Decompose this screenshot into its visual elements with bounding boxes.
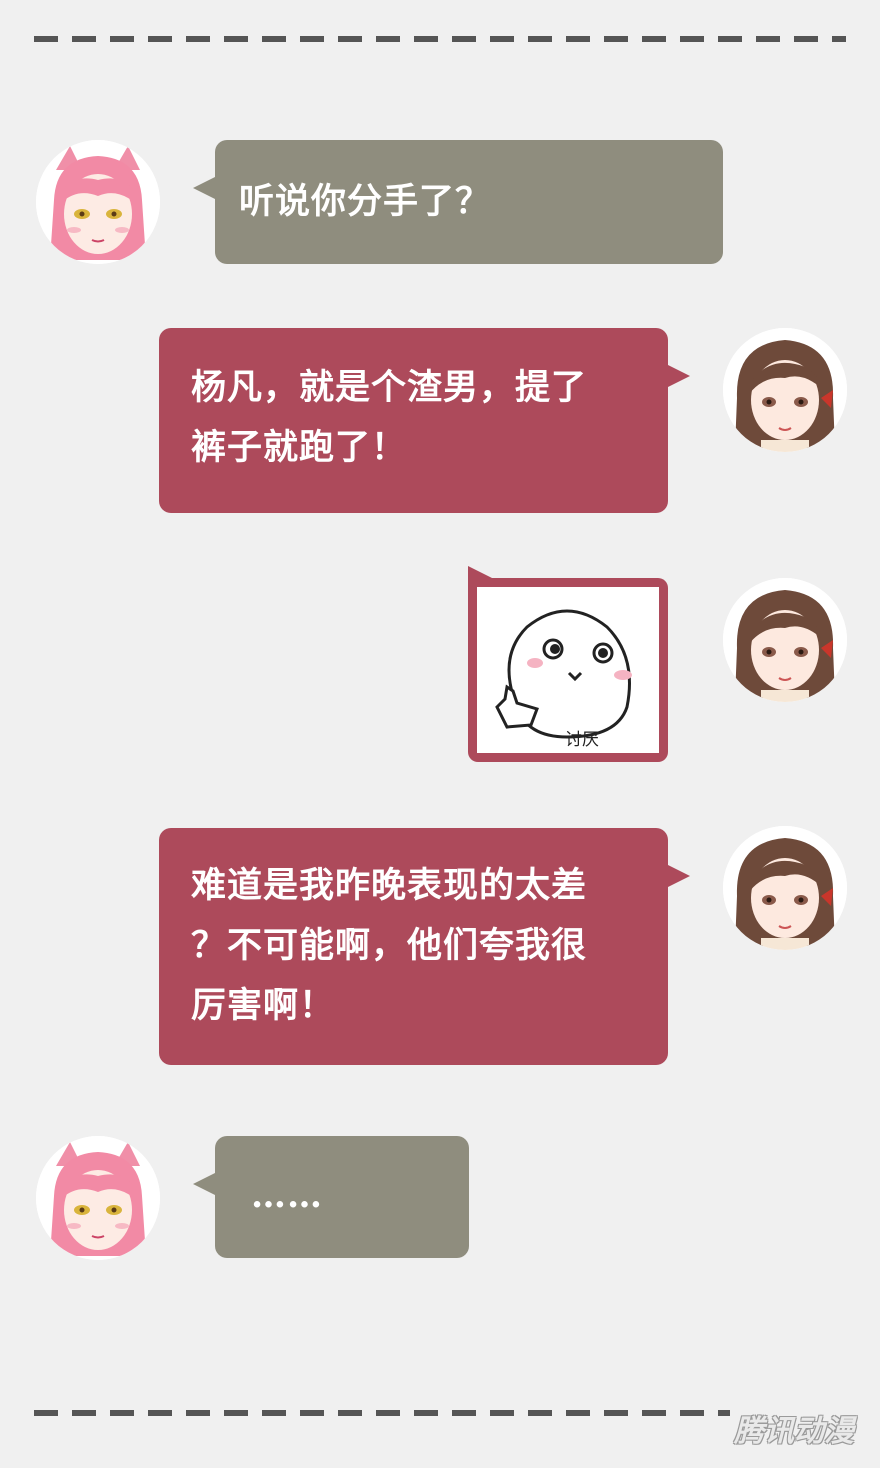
bubble-tail	[193, 176, 217, 200]
sticker-image: 讨厌	[477, 587, 659, 753]
sticker-message[interactable]: 讨厌	[468, 566, 668, 762]
message-text: 难道是我昨晚表现的太差 ？不可能啊，他们夸我很 厉害啊！	[191, 865, 588, 1026]
message-bubble-2[interactable]: 杨凡，就是个渣男，提了 裤子就跑了！	[159, 328, 690, 513]
message-bubble-5[interactable]: ……	[193, 1136, 469, 1258]
top-dashed-divider	[34, 36, 846, 42]
message-text: 杨凡，就是个渣男，提了 裤子就跑了！	[191, 367, 588, 468]
bottom-dashed-divider	[34, 1410, 846, 1416]
sticker-caption: 讨厌	[565, 730, 599, 750]
pink-hair-girl-avatar[interactable]	[36, 140, 160, 264]
watermark-logo: 腾讯动漫	[730, 1406, 858, 1450]
message-bubble-4[interactable]: 难道是我昨晚表现的太差 ？不可能啊，他们夸我很 厉害啊！	[159, 828, 690, 1065]
message-text: 听说你分手了？	[239, 181, 492, 222]
bubble-tail	[666, 364, 690, 388]
bubble-tail	[193, 1172, 217, 1196]
bubble-tail	[666, 864, 690, 888]
brown-hair-girl-avatar[interactable]	[723, 328, 847, 452]
brown-hair-girl-avatar[interactable]	[723, 826, 847, 950]
brown-hair-girl-avatar[interactable]	[723, 578, 847, 702]
pink-hair-girl-avatar[interactable]	[36, 1136, 160, 1260]
message-text: ……	[251, 1175, 323, 1216]
message-bubble-1[interactable]: 听说你分手了？	[193, 140, 723, 264]
